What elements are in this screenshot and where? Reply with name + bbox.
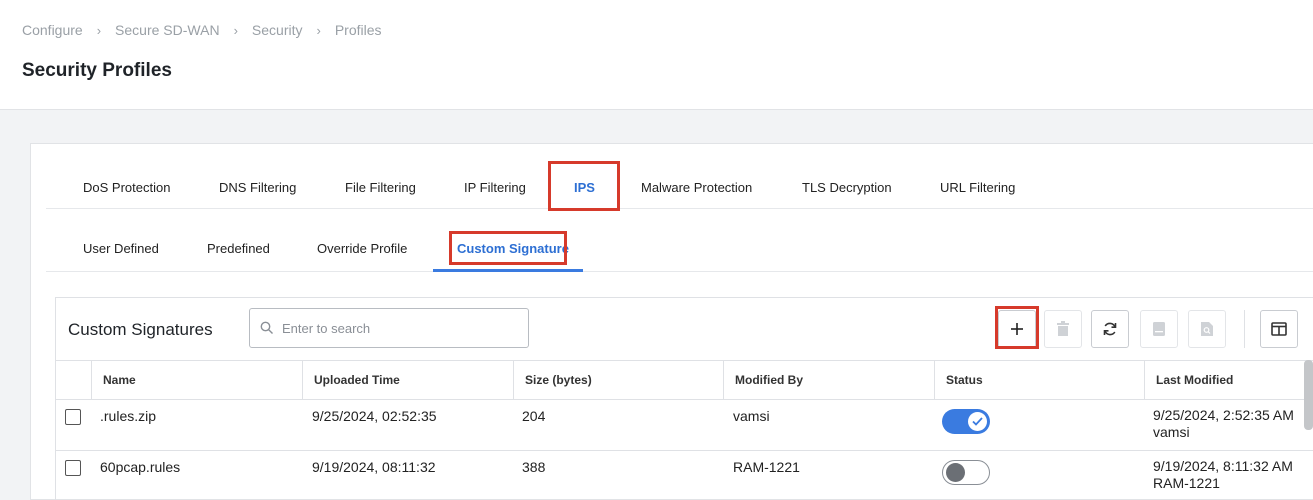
column-header-modified-by[interactable]: Modified By — [723, 361, 934, 400]
tab-dos-protection[interactable]: DoS Protection — [83, 161, 170, 209]
chevron-right-icon: › — [233, 22, 238, 38]
delete-button[interactable] — [1044, 310, 1082, 348]
tab-ip-filtering[interactable]: IP Filtering — [464, 161, 526, 209]
tab-file-filtering[interactable]: File Filtering — [345, 161, 416, 209]
main-tabs: DoS Protection DNS Filtering File Filter… — [46, 161, 1313, 211]
table-row[interactable]: 60pcap.rules 9/19/2024, 08:11:32 388 RAM… — [56, 451, 1313, 500]
cell-last-modified-user: vamsi — [1153, 424, 1190, 440]
cell-name: .rules.zip — [100, 408, 157, 424]
columns-icon — [1271, 322, 1287, 336]
page-header: Configure › Secure SD-WAN › Security › P… — [0, 0, 1313, 110]
refresh-icon — [1103, 322, 1117, 336]
breadcrumb-configure[interactable]: Configure — [22, 22, 83, 38]
cell-name: 60pcap.rules — [100, 459, 181, 475]
check-icon — [972, 417, 983, 426]
tab-override-profile[interactable]: Override Profile — [317, 209, 407, 272]
document-search-icon — [1201, 322, 1213, 336]
chevron-right-icon: › — [316, 22, 321, 38]
row-checkbox[interactable] — [65, 460, 81, 476]
trash-icon — [1057, 321, 1069, 336]
refresh-button[interactable] — [1091, 310, 1129, 348]
row-checkbox[interactable] — [65, 409, 81, 425]
breadcrumb-profiles: Profiles — [334, 22, 382, 38]
highlight-box-custom-signature — [449, 231, 567, 265]
tab-predefined[interactable]: Predefined — [207, 209, 270, 272]
cell-size: 204 — [522, 408, 546, 424]
columns-button[interactable] — [1260, 310, 1298, 348]
column-header-uploaded-time[interactable]: Uploaded Time — [302, 361, 513, 400]
column-header-size[interactable]: Size (bytes) — [513, 361, 723, 400]
document-search-button[interactable] — [1188, 310, 1226, 348]
profiles-panel: DoS Protection DNS Filtering File Filter… — [30, 143, 1313, 500]
search-icon — [260, 321, 273, 334]
cell-uploaded-time: 9/25/2024, 02:52:35 — [312, 408, 437, 424]
chevron-right-icon: › — [96, 22, 102, 38]
select-column-header — [56, 361, 91, 400]
column-header-name[interactable]: Name — [91, 361, 302, 400]
tab-tls-decryption[interactable]: TLS Decryption — [802, 161, 892, 209]
cell-last-modified-time: 9/25/2024, 2:52:35 AM — [1153, 407, 1294, 423]
cell-last-modified-time: 9/19/2024, 8:11:32 AM — [1153, 458, 1293, 474]
cell-uploaded-time: 9/19/2024, 08:11:32 — [312, 459, 436, 475]
status-toggle[interactable] — [942, 460, 990, 485]
tab-dns-filtering[interactable]: DNS Filtering — [219, 161, 296, 209]
highlight-box-ips — [548, 161, 620, 211]
search-input[interactable] — [282, 317, 522, 339]
active-tab-indicator — [433, 269, 583, 272]
document-icon — [1153, 322, 1165, 336]
grid-toolbar: Custom Signatures — [56, 298, 1313, 361]
tab-user-defined[interactable]: User Defined — [83, 209, 159, 272]
table-header: Name Uploaded Time Size (bytes) Modified… — [56, 361, 1313, 400]
breadcrumb-secure-sd-wan[interactable]: Secure SD-WAN — [115, 22, 220, 38]
status-toggle[interactable] — [942, 409, 990, 434]
cell-last-modified-user: RAM-1221 — [1153, 475, 1220, 491]
custom-signatures-grid: Custom Signatures Enter to search Name U… — [55, 297, 1313, 500]
sub-tabs: User Defined Predefined Override Profile… — [46, 209, 1313, 272]
toolbar-divider — [1244, 310, 1245, 348]
tab-url-filtering[interactable]: URL Filtering — [940, 161, 1015, 209]
cell-modified-by: RAM-1221 — [733, 459, 800, 475]
table-row[interactable]: .rules.zip 9/25/2024, 02:52:35 204 vamsi… — [56, 400, 1313, 451]
cell-size: 388 — [522, 459, 546, 475]
grid-title: Custom Signatures — [68, 320, 213, 339]
breadcrumb-security[interactable]: Security — [252, 22, 303, 38]
search-box — [249, 308, 529, 348]
vertical-scrollbar[interactable] — [1304, 360, 1313, 430]
cell-modified-by: vamsi — [733, 408, 770, 424]
document-button[interactable] — [1140, 310, 1178, 348]
page-title: Security Profiles — [22, 60, 172, 81]
column-header-status[interactable]: Status — [934, 361, 1144, 400]
breadcrumb: Configure › Secure SD-WAN › Security › P… — [22, 22, 382, 38]
tab-malware-protection[interactable]: Malware Protection — [641, 161, 752, 209]
highlight-box-add — [995, 306, 1039, 349]
column-header-last-modified[interactable]: Last Modified — [1144, 361, 1313, 400]
